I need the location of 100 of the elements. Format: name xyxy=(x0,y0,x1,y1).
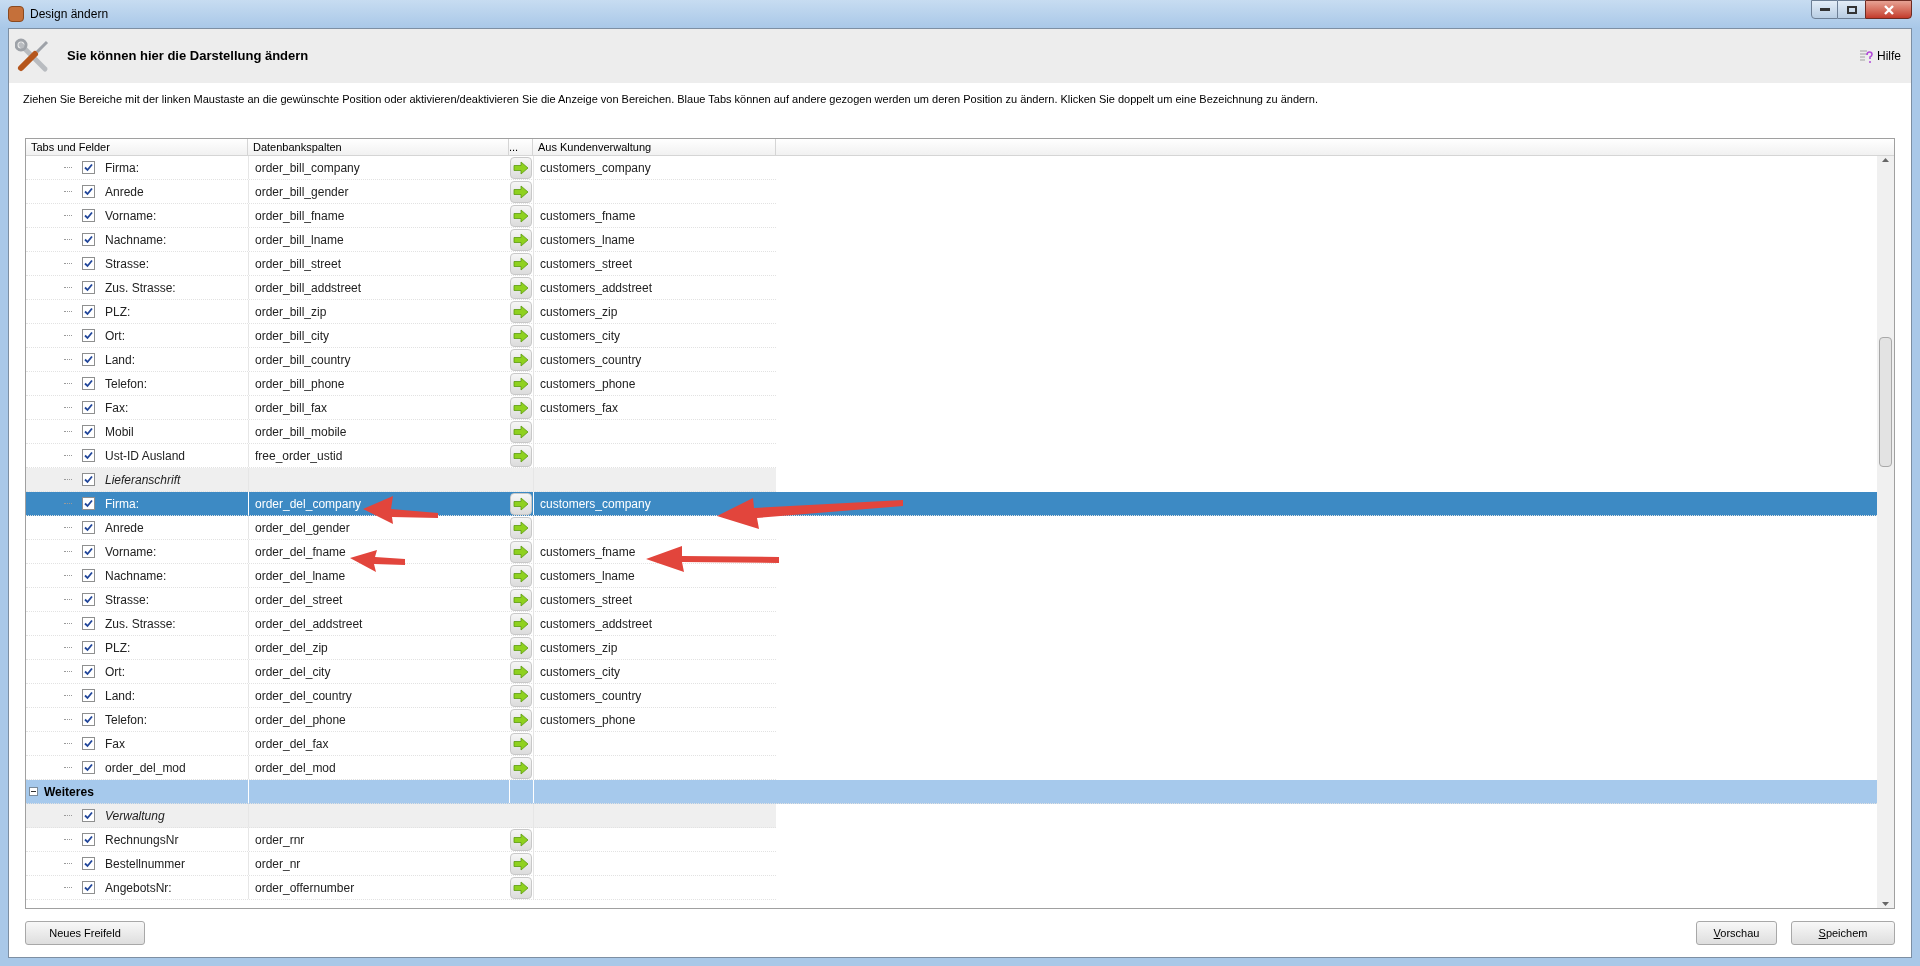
map-button[interactable] xyxy=(510,156,532,179)
map-button[interactable] xyxy=(510,588,532,611)
checkbox[interactable] xyxy=(82,185,95,198)
checkbox[interactable] xyxy=(82,353,95,366)
field-row[interactable]: Telefon: order_del_phone customers_phone xyxy=(26,708,776,732)
checkbox[interactable] xyxy=(82,257,95,270)
checkbox[interactable] xyxy=(82,449,95,462)
map-button[interactable] xyxy=(510,228,532,251)
checkbox[interactable] xyxy=(82,641,95,654)
field-row[interactable]: Ust-ID Ausland free_order_ustid xyxy=(26,444,776,468)
field-row[interactable]: Fax order_del_fax xyxy=(26,732,776,756)
field-row[interactable]: order_del_mod order_del_mod xyxy=(26,756,776,780)
map-button[interactable] xyxy=(510,444,532,467)
map-button[interactable] xyxy=(510,180,532,203)
map-button[interactable] xyxy=(510,420,532,443)
field-row[interactable]: Nachname: order_del_lname customers_lname xyxy=(26,564,776,588)
field-row[interactable]: Ort: order_bill_city customers_city xyxy=(26,324,776,348)
close-button[interactable] xyxy=(1865,0,1912,19)
map-button[interactable] xyxy=(510,708,532,731)
map-button[interactable] xyxy=(510,252,532,275)
map-button[interactable] xyxy=(510,276,532,299)
checkbox[interactable] xyxy=(82,305,95,318)
checkbox[interactable] xyxy=(82,761,95,774)
help-button[interactable]: Hilfe xyxy=(1859,47,1901,65)
checkbox[interactable] xyxy=(82,617,95,630)
checkbox[interactable] xyxy=(82,329,95,342)
scrollbar-thumb[interactable] xyxy=(1879,337,1892,467)
field-row[interactable]: Anrede order_del_gender xyxy=(26,516,776,540)
map-button[interactable] xyxy=(510,684,532,707)
collapse-icon[interactable] xyxy=(29,787,38,796)
checkbox[interactable] xyxy=(82,233,95,246)
checkbox[interactable] xyxy=(82,665,95,678)
preview-button[interactable]: Vorschau xyxy=(1696,921,1777,945)
map-button[interactable] xyxy=(510,852,532,875)
field-row[interactable]: PLZ: order_bill_zip customers_zip xyxy=(26,300,776,324)
field-row[interactable]: Vorname: order_del_fname customers_fname xyxy=(26,540,776,564)
checkbox[interactable] xyxy=(82,689,95,702)
column-header[interactable]: Datenbankspalten xyxy=(248,139,509,155)
scroll-up-icon[interactable] xyxy=(1882,158,1889,162)
map-button[interactable] xyxy=(510,612,532,635)
map-button[interactable] xyxy=(510,324,532,347)
field-row[interactable]: Zus. Strasse: order_bill_addstreet customers_addstreet xyxy=(26,276,776,300)
checkbox[interactable] xyxy=(82,809,95,822)
field-row[interactable]: RechnungsNr order_rnr xyxy=(26,828,776,852)
checkbox[interactable] xyxy=(82,713,95,726)
field-row[interactable]: Land: order_bill_country customers_country xyxy=(26,348,776,372)
field-row[interactable]: Fax: order_bill_fax customers_fax xyxy=(26,396,776,420)
checkbox[interactable] xyxy=(82,881,95,894)
column-header[interactable]: ... xyxy=(509,139,533,155)
map-button[interactable] xyxy=(510,828,532,851)
map-button[interactable] xyxy=(510,516,532,539)
checkbox[interactable] xyxy=(82,857,95,870)
field-row[interactable]: Land: order_del_country customers_country xyxy=(26,684,776,708)
maximize-button[interactable] xyxy=(1838,0,1865,19)
group-row[interactable]: Verwaltung xyxy=(26,804,776,828)
checkbox[interactable] xyxy=(82,281,95,294)
map-button[interactable] xyxy=(510,348,532,371)
map-button[interactable] xyxy=(510,396,532,419)
map-button[interactable] xyxy=(510,876,532,899)
map-button[interactable] xyxy=(510,732,532,755)
column-header[interactable]: Tabs und Felder xyxy=(26,139,248,155)
field-row[interactable]: Zus. Strasse: order_del_addstreet customers_addstreet xyxy=(26,612,776,636)
checkbox[interactable] xyxy=(82,473,95,486)
map-button[interactable] xyxy=(510,564,532,587)
map-button[interactable] xyxy=(510,756,532,779)
new-field-button[interactable]: Neues Freifeld xyxy=(25,921,145,945)
field-row[interactable]: Mobil order_bill_mobile xyxy=(26,420,776,444)
field-row[interactable]: AngebotsNr: order_offernumber xyxy=(26,876,776,900)
save-button[interactable]: Speichem xyxy=(1791,921,1895,945)
checkbox[interactable] xyxy=(82,545,95,558)
map-button[interactable] xyxy=(510,492,532,515)
column-header[interactable]: Aus Kundenverwaltung xyxy=(533,139,776,155)
map-button[interactable] xyxy=(510,204,532,227)
checkbox[interactable] xyxy=(82,209,95,222)
checkbox[interactable] xyxy=(82,161,95,174)
field-row[interactable]: Vorname: order_bill_fname customers_fname xyxy=(26,204,776,228)
checkbox[interactable] xyxy=(82,401,95,414)
map-button[interactable] xyxy=(510,372,532,395)
map-button[interactable] xyxy=(510,636,532,659)
minimize-button[interactable] xyxy=(1811,0,1838,19)
checkbox[interactable] xyxy=(82,377,95,390)
field-row[interactable]: Nachname: order_bill_lname customers_lname xyxy=(26,228,776,252)
field-row[interactable]: Anrede order_bill_gender xyxy=(26,180,776,204)
checkbox[interactable] xyxy=(82,593,95,606)
checkbox[interactable] xyxy=(82,497,95,510)
map-button[interactable] xyxy=(510,660,532,683)
checkbox[interactable] xyxy=(82,833,95,846)
field-row[interactable]: Ort: order_del_city customers_city xyxy=(26,660,776,684)
checkbox[interactable] xyxy=(82,521,95,534)
section-row[interactable]: Weiteres xyxy=(26,780,1877,804)
map-button[interactable] xyxy=(510,300,532,323)
checkbox[interactable] xyxy=(82,737,95,750)
field-row[interactable]: Telefon: order_bill_phone customers_phone xyxy=(26,372,776,396)
field-row[interactable]: Bestellnummer order_nr xyxy=(26,852,776,876)
scrollbar[interactable] xyxy=(1877,156,1894,908)
checkbox[interactable] xyxy=(82,569,95,582)
checkbox[interactable] xyxy=(82,425,95,438)
field-row[interactable]: Firma: order_del_company customers_company xyxy=(26,492,1877,516)
field-row[interactable]: Strasse: order_del_street customers_street xyxy=(26,588,776,612)
group-row[interactable]: Lieferanschrift xyxy=(26,468,776,492)
